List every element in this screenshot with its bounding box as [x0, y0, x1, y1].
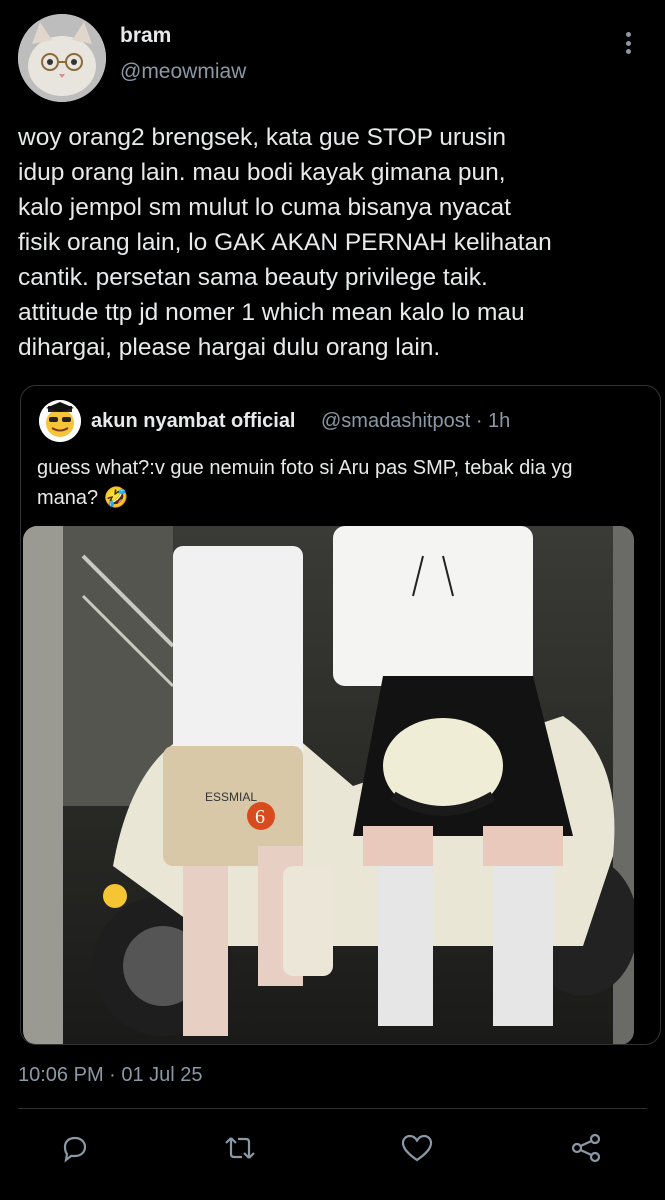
quoted-avatar [39, 400, 81, 442]
retweet-icon[interactable] [220, 1128, 260, 1168]
quoted-photo[interactable]: ESSMIAL 6 [23, 526, 634, 1044]
action-bar [0, 1120, 665, 1180]
quoted-author-name[interactable]: akun nyambat official [91, 410, 296, 433]
share-icon[interactable] [566, 1128, 606, 1168]
shorts-print-text: ESSMIAL [205, 790, 257, 804]
sticker-number-text: 6 [255, 806, 265, 828]
divider [18, 1108, 647, 1109]
author-handle[interactable]: @meowmiaw [120, 60, 246, 84]
tweet-timestamp[interactable]: 10:06 PM · 01 Jul 25 [18, 1064, 203, 1087]
like-icon[interactable] [397, 1128, 437, 1168]
quoted-tweet[interactable]: akun nyambat official @smadashitpost · 1… [20, 385, 661, 1045]
quoted-text: guess what?:v gue nemuin foto si Aru pas… [37, 457, 573, 509]
tweet-header: bram @meowmiaw [0, 0, 665, 110]
author-avatar[interactable] [18, 14, 106, 102]
tweet-text: woy orang2 brengsek, kata gue STOP urusi… [18, 124, 552, 361]
author-name[interactable]: bram [120, 24, 171, 48]
quoted-author-meta[interactable]: @smadashitpost · 1h [321, 410, 510, 433]
more-vertical-icon[interactable] [616, 28, 640, 58]
reply-icon[interactable] [55, 1128, 95, 1168]
